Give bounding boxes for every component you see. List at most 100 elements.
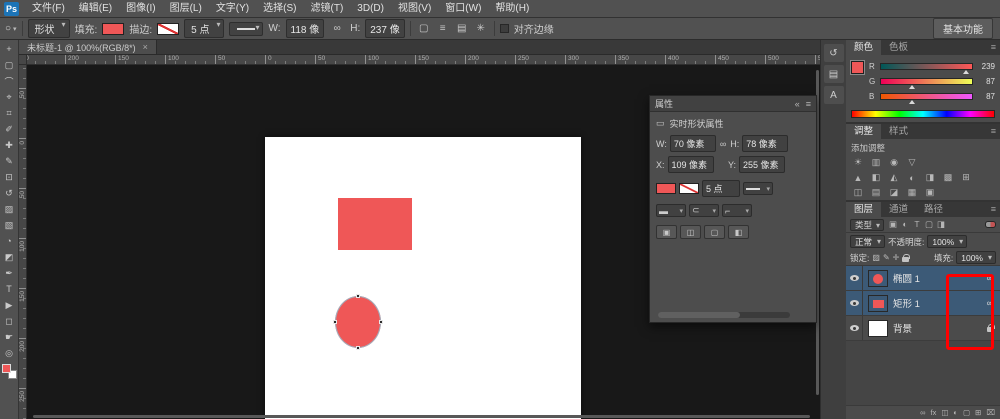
- shape-stroke-width-field[interactable]: 5 点: [702, 180, 740, 197]
- layer-thumbnail[interactable]: [868, 294, 888, 312]
- canvas-rectangle-shape[interactable]: [338, 198, 412, 250]
- menu-item[interactable]: 文件(F): [25, 0, 72, 17]
- tab-layers[interactable]: 图层: [846, 202, 882, 217]
- crop-tool[interactable]: ⌗: [1, 105, 18, 121]
- panel-scrollbar[interactable]: [658, 312, 790, 318]
- type-tool[interactable]: T: [1, 281, 18, 297]
- canvas-viewport[interactable]: 10050050100150200250 属性: [19, 65, 820, 419]
- exposure-icon[interactable]: ▽: [903, 155, 921, 170]
- lock-transparent-icon[interactable]: ▨: [872, 253, 880, 262]
- shape-fill-swatch[interactable]: [656, 183, 676, 194]
- color-slider-track[interactable]: [880, 78, 973, 89]
- shape-button[interactable]: ▢: [704, 225, 725, 239]
- new-group-icon[interactable]: ▢: [963, 408, 970, 417]
- threshold-icon[interactable]: ◪: [885, 185, 903, 200]
- opacity-select[interactable]: 100%: [927, 235, 968, 248]
- stroke-cap-option[interactable]: ⊂ ▾: [689, 204, 719, 217]
- shape-y-field[interactable]: 255 像素: [738, 156, 785, 173]
- shape-width-field[interactable]: 70 像素: [669, 135, 716, 152]
- brush-tool[interactable]: ✎: [1, 153, 18, 169]
- filter-toggle-switch[interactable]: [985, 221, 996, 228]
- anchor-point-bottom[interactable]: [356, 346, 360, 350]
- foreground-color-swatch[interactable]: [1, 364, 11, 373]
- properties-tab[interactable]: 属性: [655, 97, 673, 110]
- black-white-icon[interactable]: ◐: [903, 170, 921, 185]
- panel-menu-icon[interactable]: ≡: [806, 99, 811, 109]
- tab-styles[interactable]: 样式: [881, 124, 916, 139]
- color-swatches[interactable]: [1, 364, 17, 379]
- panel-menu-icon[interactable]: ≡: [991, 202, 1000, 217]
- menu-item[interactable]: 图像(I): [119, 0, 162, 17]
- vibrance-icon[interactable]: ▲: [849, 170, 867, 185]
- link-dimensions-icon[interactable]: ∞: [329, 21, 345, 36]
- move-tool[interactable]: +: [1, 41, 18, 57]
- layer-row-background[interactable]: 背景: [846, 316, 1000, 341]
- workspace-button[interactable]: 基本功能: [933, 18, 993, 39]
- layer-name[interactable]: 椭圆 1: [893, 271, 980, 285]
- layer-row-rectangle-1[interactable]: 矩形 1 ∞: [846, 291, 1000, 316]
- tab-adjustments[interactable]: 调整: [846, 124, 882, 139]
- fill-swatch[interactable]: [102, 22, 125, 35]
- align-edges-checkbox[interactable]: [499, 24, 509, 33]
- shape-tool[interactable]: ◻: [1, 313, 18, 329]
- menu-item[interactable]: 帮助(H): [488, 0, 536, 17]
- layer-name[interactable]: 背景: [893, 321, 980, 335]
- quick-selection-tool[interactable]: ⌖: [1, 89, 18, 105]
- pen-tool[interactable]: ✒: [1, 265, 18, 281]
- gradient-tool[interactable]: ▧: [1, 217, 18, 233]
- history-panel-icon[interactable]: ↺: [823, 44, 844, 62]
- path-alignment-icon[interactable]: ≡: [435, 21, 451, 36]
- add-mask-icon[interactable]: ◫: [941, 408, 948, 417]
- eye-icon[interactable]: [849, 325, 859, 331]
- path-button[interactable]: ◧: [728, 225, 749, 239]
- color-lookup-icon[interactable]: ⊞: [957, 170, 975, 185]
- filter-shape-layers-icon[interactable]: ▢: [923, 219, 935, 230]
- collapse-panel-icon[interactable]: «: [795, 99, 800, 109]
- anchor-point-right[interactable]: [379, 320, 383, 324]
- eye-icon[interactable]: [849, 275, 859, 281]
- current-color-swatch[interactable]: [850, 60, 865, 75]
- layer-thumbnail[interactable]: [868, 269, 888, 287]
- channel-value[interactable]: 87: [977, 77, 995, 86]
- color-balance-icon[interactable]: ◭: [885, 170, 903, 185]
- vector-mask-button[interactable]: ◫: [680, 225, 701, 239]
- shape-height-field[interactable]: 78 像素: [742, 135, 789, 152]
- lock-pixels-icon[interactable]: ✎: [883, 253, 890, 262]
- blur-tool[interactable]: ◔: [1, 233, 18, 249]
- document-tab[interactable]: 未标题-1 @ 100%(RGB/8*) ×: [19, 40, 157, 54]
- color-slider-thumb[interactable]: [909, 100, 916, 104]
- path-arrange-icon[interactable]: ▤: [454, 21, 470, 36]
- shape-stroke-swatch[interactable]: [679, 183, 699, 194]
- mask-button[interactable]: ▣: [656, 225, 677, 239]
- eraser-tool[interactable]: ▨: [1, 201, 18, 217]
- filter-pixel-layers-icon[interactable]: ▣: [887, 219, 899, 230]
- menu-item[interactable]: 文字(Y): [209, 0, 256, 17]
- path-operations-icon[interactable]: ▢: [416, 21, 432, 36]
- new-adjustment-icon[interactable]: ◐: [953, 408, 958, 417]
- color-slider-track[interactable]: [880, 63, 973, 74]
- character-panel-icon[interactable]: A: [823, 86, 844, 104]
- layer-fill-select[interactable]: 100%: [956, 251, 996, 264]
- scrollbar-thumb[interactable]: [658, 312, 740, 318]
- clone-stamp-tool[interactable]: ⊡: [1, 169, 18, 185]
- tab-channels[interactable]: 通道: [881, 202, 916, 217]
- channel-mixer-icon[interactable]: ▩: [939, 170, 957, 185]
- stroke-style-select[interactable]: [229, 21, 264, 36]
- channel-value[interactable]: 239: [977, 62, 995, 71]
- stroke-swatch[interactable]: [157, 22, 180, 35]
- gradient-map-icon[interactable]: ▦: [903, 185, 921, 200]
- menu-item[interactable]: 选择(S): [256, 0, 303, 17]
- filter-type-select[interactable]: 类型: [850, 218, 885, 231]
- lock-all-icon[interactable]: [902, 253, 911, 262]
- visibility-cell[interactable]: [846, 316, 863, 340]
- anchor-point-top[interactable]: [356, 294, 360, 298]
- eyedropper-tool[interactable]: ✐: [1, 121, 18, 137]
- stroke-width-select[interactable]: 5 点: [184, 19, 225, 38]
- info-panel-icon[interactable]: ▤: [823, 65, 844, 83]
- hand-tool[interactable]: ☛: [1, 329, 18, 345]
- menu-item[interactable]: 图层(L): [163, 0, 209, 17]
- marquee-tool[interactable]: ▢: [1, 57, 18, 73]
- color-slider-thumb[interactable]: [909, 85, 916, 89]
- visibility-cell[interactable]: [846, 266, 863, 290]
- horizontal-scrollbar[interactable]: [33, 415, 810, 418]
